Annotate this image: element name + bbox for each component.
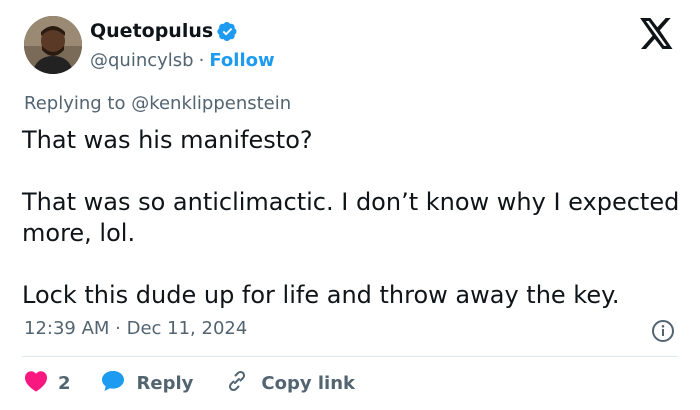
author-handle-row: @quincylsb · Follow (90, 47, 275, 73)
link-icon (225, 369, 249, 398)
like-count: 2 (58, 372, 71, 394)
avatar-image (24, 16, 82, 74)
copy-link-button[interactable]: Copy link (225, 369, 355, 398)
tweet-paragraph: That was his manifesto? (22, 126, 313, 154)
author-name-row: Quetopulus (90, 18, 275, 44)
tweet-text: That was his manifesto? That was so anti… (22, 125, 682, 311)
replying-to-mention[interactable]: @kenklippenstein (131, 93, 291, 114)
speech-bubble-icon (101, 370, 125, 397)
like-button[interactable]: 2 (24, 370, 71, 397)
reply-button[interactable]: Reply (101, 370, 194, 397)
verified-badge-icon (217, 21, 238, 42)
separator-dot: · (198, 49, 205, 71)
author-block: Quetopulus @quincylsb · Follow (90, 18, 275, 73)
tweet-card: Quetopulus @quincylsb · Follow Replying … (0, 0, 700, 410)
divider (22, 356, 678, 357)
timestamp[interactable]: 12:39 AM · Dec 11, 2024 (24, 318, 247, 339)
heart-icon (24, 370, 48, 397)
copy-link-label: Copy link (261, 372, 355, 394)
avatar[interactable] (24, 16, 82, 74)
info-icon[interactable] (651, 319, 675, 343)
tweet-paragraph: That was so anticlimactic. I don’t know … (22, 188, 687, 247)
x-logo-icon[interactable] (640, 18, 674, 49)
replying-to: Replying to @kenklippenstein (24, 93, 291, 114)
author-name[interactable]: Quetopulus (90, 20, 213, 42)
action-bar: 2 Reply Copy link (24, 368, 355, 398)
follow-button[interactable]: Follow (209, 50, 274, 71)
tweet-paragraph: Lock this dude up for life and throw awa… (22, 281, 620, 309)
replying-to-prefix: Replying to (24, 93, 132, 114)
author-handle[interactable]: @quincylsb (90, 50, 194, 71)
reply-label: Reply (136, 372, 194, 394)
